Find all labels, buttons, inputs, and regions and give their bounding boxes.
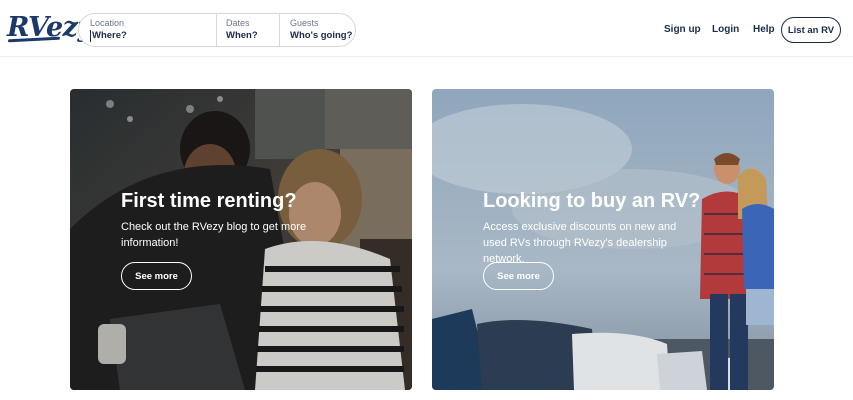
text-caret: [90, 30, 91, 42]
guests-label: Guests: [290, 18, 319, 28]
top-navigation-bar: RVezy Location Where? Dates When? Guests…: [0, 0, 853, 57]
card-title: Looking to buy an RV?: [483, 190, 701, 212]
card-description: Check out the RVezy blog to get more inf…: [121, 221, 307, 249]
login-link[interactable]: Login: [712, 24, 739, 35]
guests-segment[interactable]: Guests Who's going?: [279, 14, 355, 46]
dates-segment[interactable]: Dates When?: [216, 14, 279, 46]
see-more-button[interactable]: See more: [121, 262, 192, 290]
help-link[interactable]: Help: [753, 24, 775, 35]
dates-input[interactable]: When?: [226, 30, 258, 41]
signup-link[interactable]: Sign up: [664, 24, 701, 35]
first-time-renting-card[interactable]: First time renting? Check out the RVezy …: [70, 89, 412, 390]
buy-an-rv-card[interactable]: Looking to buy an RV? Access exclusive d…: [432, 89, 774, 390]
dates-label: Dates: [226, 18, 250, 28]
location-segment[interactable]: Location Where?: [90, 14, 216, 46]
list-an-rv-button[interactable]: List an RV: [781, 17, 841, 43]
location-label: Location: [90, 18, 125, 28]
guests-input[interactable]: Who's going?: [290, 30, 352, 41]
card-description: Access exclusive discounts on new and us…: [483, 221, 677, 265]
search-bar[interactable]: Location Where? Dates When? Guests Who's…: [78, 13, 356, 47]
location-input[interactable]: Where?: [92, 30, 127, 41]
see-more-button[interactable]: See more: [483, 262, 554, 290]
card-title: First time renting?: [121, 190, 297, 212]
